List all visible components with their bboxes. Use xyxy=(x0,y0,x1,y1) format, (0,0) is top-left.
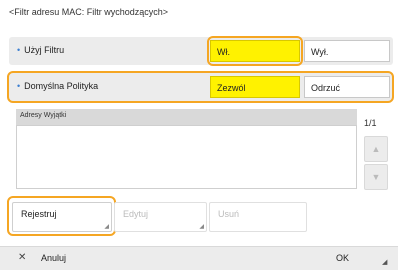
arrow-up-icon: ▲ xyxy=(371,144,381,154)
screen-title: <Filtr adresu MAC: Filtr wychodzących> xyxy=(9,7,169,17)
scroll-up-button[interactable]: ▲ xyxy=(364,136,388,162)
exception-list-header-label: Adresy Wyjątki xyxy=(20,112,67,119)
edit-button-label: Edytuj xyxy=(123,209,149,219)
page-indicator: 1/1 xyxy=(364,118,377,128)
highlight-frame-register xyxy=(7,196,116,236)
use-filter-label: • Użyj Filtru xyxy=(17,45,64,55)
scroll-down-button[interactable]: ▼ xyxy=(364,164,388,190)
arrow-down-icon: ▼ xyxy=(371,172,381,182)
corner-mark-icon: ◢ xyxy=(382,259,388,266)
use-filter-label-text: Użyj Filtru xyxy=(24,45,65,55)
edit-button[interactable]: Edytuj ◢ xyxy=(114,202,207,232)
ok-button[interactable]: OK xyxy=(336,253,349,263)
exception-list[interactable] xyxy=(16,125,357,189)
highlight-frame-policy xyxy=(7,71,394,103)
cancel-button[interactable]: Anuluj xyxy=(41,253,66,263)
use-filter-row: • Użyj Filtru Wł. Wył. xyxy=(9,37,393,65)
exception-list-header: Adresy Wyjątki xyxy=(16,109,357,125)
delete-button[interactable]: Usuń xyxy=(209,202,307,232)
close-icon[interactable]: ✕ xyxy=(18,252,26,263)
corner-mark-icon: ◢ xyxy=(199,224,204,230)
delete-button-label: Usuń xyxy=(218,209,240,219)
bullet-icon: • xyxy=(17,45,21,55)
highlight-frame-on xyxy=(207,36,303,66)
use-filter-off-button[interactable]: Wył. xyxy=(304,40,390,62)
